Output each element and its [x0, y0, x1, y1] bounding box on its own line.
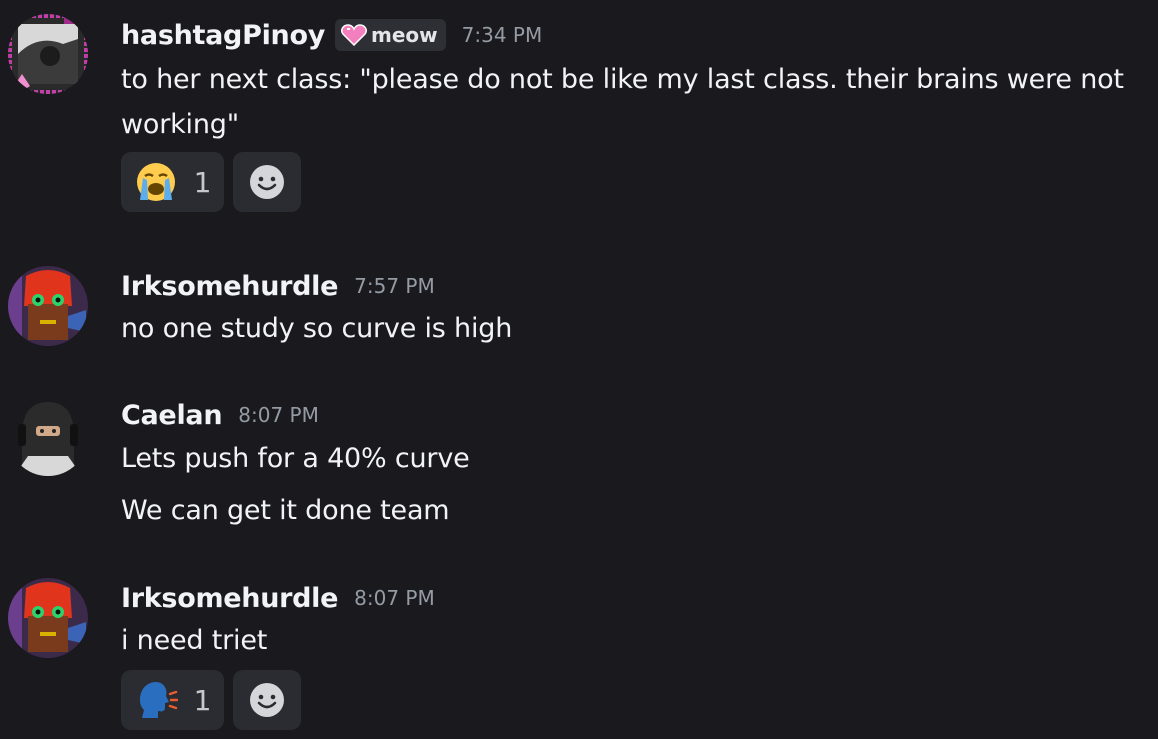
- chat-log: hashtagPinoy meow 7:34 PM to her next cl…: [0, 0, 1158, 739]
- add-reaction-button[interactable]: [233, 670, 301, 730]
- message-header: Irksomehurdle 7:57 PM: [121, 266, 435, 306]
- speaking-head-icon: [139, 682, 178, 718]
- username[interactable]: Caelan: [121, 400, 223, 431]
- username[interactable]: Irksomehurdle: [121, 583, 338, 614]
- timestamp: 7:34 PM: [461, 23, 543, 47]
- avatar[interactable]: [8, 14, 88, 94]
- message-header: hashtagPinoy meow 7:34 PM: [121, 15, 542, 55]
- server-tag-label: meow: [371, 23, 438, 47]
- avatar[interactable]: [8, 578, 88, 658]
- message-text: no one study so curve is high: [121, 313, 513, 344]
- timestamp: 8:07 PM: [354, 586, 435, 610]
- reaction-button[interactable]: 1: [121, 152, 224, 212]
- message-header: Caelan 8:07 PM: [121, 395, 319, 435]
- server-tag[interactable]: meow: [335, 19, 446, 51]
- timestamp: 8:07 PM: [238, 403, 319, 427]
- reaction-count: 1: [193, 683, 212, 717]
- avatar[interactable]: [8, 396, 88, 476]
- username[interactable]: hashtagPinoy: [121, 20, 325, 51]
- reaction-bar: 1: [121, 670, 301, 730]
- add-reaction-smile-icon: [250, 683, 284, 717]
- username[interactable]: Irksomehurdle: [121, 271, 338, 302]
- loudly-crying-face-icon: [136, 163, 175, 201]
- message-text: i need triet: [121, 625, 268, 656]
- message-header: Irksomehurdle 8:07 PM: [121, 578, 435, 618]
- message-text: We can get it done team: [121, 495, 450, 526]
- reaction-count: 1: [193, 165, 212, 199]
- message-text: to her next class: "please do not be lik…: [121, 64, 1124, 140]
- pink-heart-icon: [341, 24, 367, 46]
- message-text: Lets push for a 40% curve: [121, 443, 470, 474]
- add-reaction-button[interactable]: [233, 152, 301, 212]
- reaction-bar: 1: [121, 152, 301, 212]
- timestamp: 7:57 PM: [354, 274, 435, 298]
- avatar[interactable]: [8, 266, 88, 346]
- reaction-button[interactable]: 1: [121, 670, 224, 730]
- add-reaction-smile-icon: [250, 165, 284, 199]
